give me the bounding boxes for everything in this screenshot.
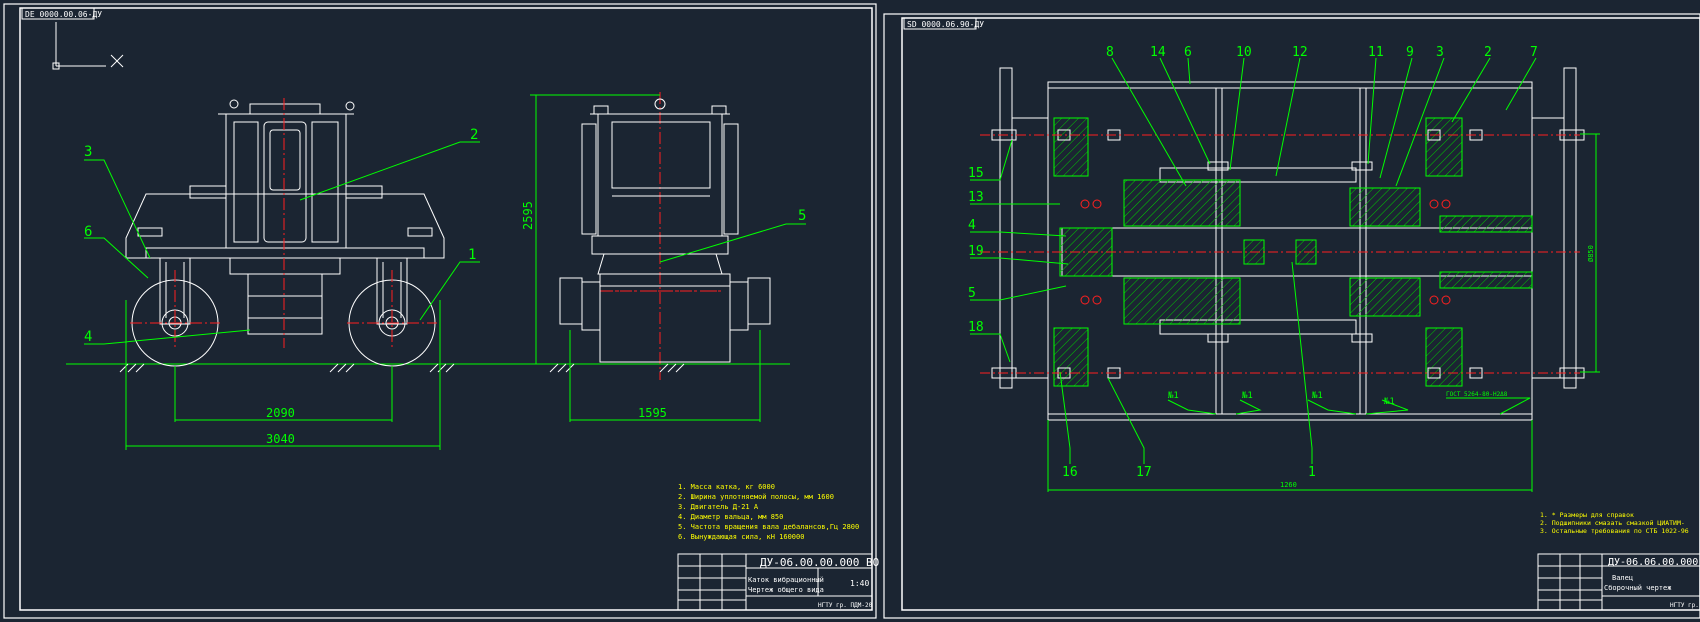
roller-front-view [559, 98, 771, 363]
leader-right-2: 2 [1484, 45, 1492, 60]
leader-right-4: 4 [968, 218, 976, 233]
title-name1-right: Валец [1612, 574, 1633, 582]
gost-label: ГОСТ 5264-80-Н2Δ8 [1446, 391, 1508, 398]
note-left-4: 4. Диаметр вальца, мм 850 [678, 513, 783, 521]
weld-mark-3: №1 [1311, 391, 1323, 401]
leader-left-4: 4 [84, 329, 92, 345]
leader-right-15: 15 [968, 166, 984, 181]
leader-left-5: 5 [798, 208, 806, 224]
ucs-icon [52, 22, 124, 70]
note-left-2: 2. Ширина уплотняемой полосы, мм 1600 [678, 493, 834, 501]
note-right-1: 1. * Размеры для справок [1540, 511, 1634, 519]
leader-right-8: 8 [1106, 45, 1114, 60]
notes-left: 1. Масса катка, кг 6000 2. Ширина уплотн… [678, 483, 859, 541]
leader-right-17: 17 [1136, 465, 1152, 480]
leader-right-10: 10 [1236, 45, 1252, 60]
weld-mark-1: №1 [1167, 391, 1179, 401]
dim-diameter: Ø850 [1587, 245, 1595, 262]
dim-wheelbase: 2090 [266, 406, 295, 420]
dim-track: 1595 [638, 406, 667, 420]
weld-mark-4: №1 [1383, 397, 1395, 407]
stamp-left: DE 0000.00.06-ДУ [25, 10, 102, 19]
leader-left-3: 3 [84, 144, 92, 160]
title-name2-left: Чертеж общего вида [748, 586, 824, 594]
dim-overall-length: 3040 [266, 432, 295, 446]
sheet-right: SD 0000.06.90-ДУ 1260 Ø850 №1 №1 №1 №1 Г… [883, 13, 1700, 619]
leader-right-5: 5 [968, 286, 976, 301]
title-scale-left: 1:40 [850, 579, 869, 588]
leader-left-2: 2 [470, 127, 478, 143]
leaders-left [84, 141, 806, 345]
leader-right-7: 7 [1530, 45, 1538, 60]
title-code-right: ДУ-06.06.00.000 [1608, 557, 1698, 568]
leader-right-12: 12 [1292, 45, 1308, 60]
cad-drawing-canvas[interactable]: DE 0000.00.06-ДУ 2595 2090 3040 1595 3 6… [0, 0, 1700, 622]
stamp-right: SD 0000.06.90-ДУ [907, 20, 984, 29]
leader-right-6: 6 [1184, 45, 1192, 60]
leader-right-3: 3 [1436, 45, 1444, 60]
leader-right-1: 1 [1308, 465, 1316, 480]
note-left-6: 6. Вынуждающая сила, кН 160000 [678, 533, 804, 541]
leader-right-14: 14 [1150, 45, 1166, 60]
leader-right-19: 19 [968, 244, 984, 259]
sheet-left: DE 0000.00.06-ДУ 2595 2090 3040 1595 3 6… [3, 3, 879, 619]
leader-right-9: 9 [1406, 45, 1414, 60]
note-left-1: 1. Масса катка, кг 6000 [678, 483, 775, 491]
notes-right: 1. * Размеры для справок 2. Подшипники с… [1540, 511, 1689, 535]
dim-length: 1260 [1280, 481, 1297, 489]
leader-left-6: 6 [84, 224, 92, 240]
title-org-right: НГТУ гр. [1670, 602, 1699, 609]
leader-left-1: 1 [468, 247, 476, 263]
note-right-2: 2. Подшипники смазать смазкой ЦИАТИМ- [1540, 519, 1685, 527]
weld-mark-2: №1 [1241, 391, 1253, 401]
leader-right-18: 18 [968, 320, 984, 335]
note-left-5: 5. Частота вращения вала дебалансов,Гц 2… [678, 523, 859, 531]
leader-right-13: 13 [968, 190, 984, 205]
leader-right-11: 11 [1368, 45, 1384, 60]
dim-height: 2595 [521, 201, 535, 230]
title-name1-left: Каток вибрационный [748, 576, 824, 584]
title-name2-right: Сборочный чертеж [1604, 584, 1672, 592]
leader-right-16: 16 [1062, 465, 1078, 480]
note-left-3: 3. Двигатель Д-21 А [678, 503, 759, 511]
note-right-3: 3. Остальные требования по СТБ 1022-96 [1540, 527, 1689, 535]
title-code-left: ДУ-06.00.00.000 ВО [760, 556, 879, 569]
title-org-left: НГТУ гр. ПДМ-20 [818, 602, 873, 609]
